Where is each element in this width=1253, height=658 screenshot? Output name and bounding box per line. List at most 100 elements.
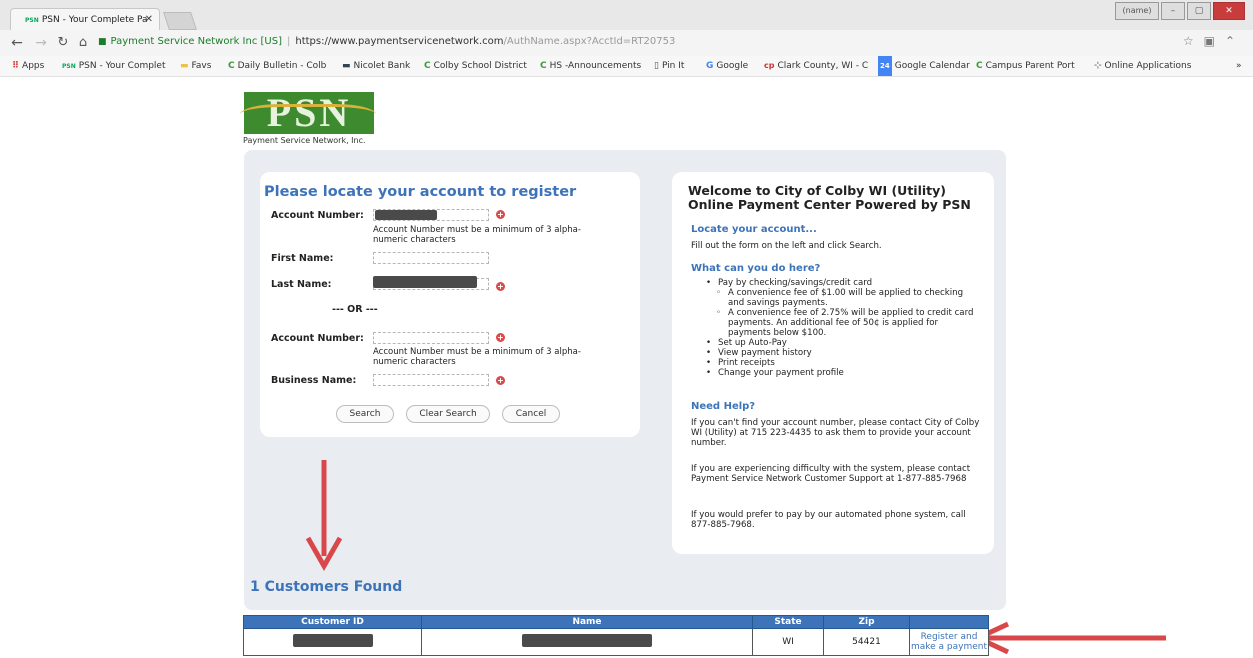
- table-row: WI 54421 Register and make a payment: [243, 628, 989, 656]
- last-name-label: Last Name:: [271, 279, 332, 290]
- browser-tab[interactable]: PSN PSN - Your Complete Pa ✕: [10, 8, 160, 30]
- list-item: A convenience fee of $1.00 will be appli…: [706, 288, 976, 308]
- back-arrow-icon[interactable]: ←: [8, 33, 26, 53]
- features-list: Pay by checking/savings/credit card A co…: [706, 278, 976, 378]
- more-bookmarks-icon[interactable]: »: [1236, 56, 1242, 76]
- toolbar-right-icons: ☆ ▣ ⌃: [1183, 34, 1235, 48]
- first-name-label: First Name:: [271, 253, 334, 264]
- column-header-action: [909, 615, 989, 629]
- column-header-customer-id[interactable]: Customer ID: [243, 615, 422, 629]
- campus-icon: C: [976, 61, 983, 71]
- required-icon: +: [496, 282, 505, 291]
- list-item: Change your payment profile: [706, 368, 976, 378]
- close-window-icon[interactable]: ✕: [1213, 2, 1245, 20]
- forward-arrow-icon[interactable]: →: [32, 33, 50, 53]
- bookmark-favs[interactable]: ▬ Favs: [180, 56, 211, 76]
- list-item: Print receipts: [706, 358, 976, 368]
- clark-county-icon: cp: [764, 61, 775, 70]
- bank-icon: ▬: [342, 61, 351, 71]
- applications-icon: ⊹: [1094, 61, 1102, 71]
- column-header-state[interactable]: State: [752, 615, 824, 629]
- search-button[interactable]: Search: [336, 405, 394, 423]
- window-controls: (name) – ▢ ✕: [1115, 2, 1245, 20]
- list-item: View payment history: [706, 348, 976, 358]
- logo-tagline: Payment Service Network, Inc.: [243, 136, 366, 145]
- required-icon: +: [496, 376, 505, 385]
- extension-2-icon[interactable]: ⌃: [1225, 34, 1235, 48]
- welcome-title: Welcome to City of Colby WI (Utility) On…: [688, 183, 971, 212]
- redacted-value: [522, 634, 652, 647]
- minimize-icon[interactable]: –: [1161, 2, 1185, 20]
- register-link-cell: Register and make a payment: [909, 628, 989, 656]
- bookmark-google[interactable]: G Google: [706, 56, 748, 76]
- psn-favicon-icon: PSN: [25, 17, 39, 24]
- column-header-zip[interactable]: Zip: [823, 615, 910, 629]
- home-icon[interactable]: ⌂: [74, 33, 92, 53]
- bookmark-psn[interactable]: PSN PSN - Your Complet: [62, 56, 166, 77]
- locate-text: Fill out the form on the left and click …: [691, 241, 882, 251]
- bookmark-colby-school-district[interactable]: C Colby School District: [424, 56, 527, 76]
- address-bar[interactable]: ■ Payment Service Network Inc [US] | https:…: [98, 33, 1208, 51]
- customer-id-cell: [243, 628, 422, 656]
- search-panel-title: Please locate your account to register: [264, 184, 577, 200]
- clear-search-button[interactable]: Clear Search: [406, 405, 490, 423]
- help-text-account: If you can't find your account number, p…: [691, 418, 980, 448]
- bookmark-pin-it[interactable]: ▯ Pin It: [654, 56, 684, 76]
- first-name-input[interactable]: [373, 252, 489, 264]
- results-table: Customer ID Name State Zip WI 54421 Regi…: [243, 615, 989, 656]
- calendar-icon: 24: [878, 56, 892, 76]
- bookmark-daily-bulletin[interactable]: C Daily Bulletin - Colb: [228, 56, 326, 76]
- lock-icon: ■: [98, 37, 107, 47]
- account-number-2-hint: Account Number must be a minimum of 3 al…: [373, 347, 581, 367]
- help-heading: Need Help?: [691, 401, 756, 412]
- url-host: https://www.paymentservicenetwork.com: [295, 36, 504, 47]
- list-item: A convenience fee of 2.75% will be appli…: [706, 308, 976, 338]
- bookmark-campus-parent-portal[interactable]: C Campus Parent Port: [976, 56, 1075, 76]
- name-cell: [421, 628, 753, 656]
- tab-close-icon[interactable]: ✕: [145, 9, 153, 30]
- list-item: Set up Auto-Pay: [706, 338, 976, 348]
- google-icon: G: [706, 61, 714, 71]
- colby-c-icon: C: [424, 61, 431, 71]
- browser-tab-bar: PSN PSN - Your Complete Pa ✕ (name) – ▢ …: [0, 0, 1253, 30]
- bookmark-clark-county[interactable]: cp Clark County, WI - C: [764, 56, 868, 76]
- annotation-arrow-down: [305, 460, 343, 572]
- window-user-button[interactable]: (name): [1115, 2, 1159, 20]
- account-number-2-input[interactable]: [373, 332, 489, 344]
- bookmark-google-calendar[interactable]: 24 Google Calendar: [878, 56, 970, 76]
- apps-grid-icon: ⠿: [12, 61, 20, 71]
- bookmark-online-applications[interactable]: ⊹ Online Applications: [1094, 56, 1191, 76]
- bookmark-hs-announcements[interactable]: C HS -Announcements: [540, 56, 641, 76]
- new-tab-button[interactable]: [163, 12, 197, 30]
- psn-logo: PSN Payment Service Network, Inc.: [240, 92, 376, 148]
- account-number-hint: Account Number must be a minimum of 3 al…: [373, 225, 581, 245]
- maximize-icon[interactable]: ▢: [1187, 2, 1211, 20]
- help-text-phone: If you would prefer to pay by our automa…: [691, 510, 966, 530]
- column-header-name[interactable]: Name: [421, 615, 753, 629]
- list-item: Pay by checking/savings/credit card: [706, 278, 976, 288]
- or-divider: --- OR ---: [332, 304, 378, 315]
- bookmarks-bar: ⠿ Apps PSN PSN - Your Complet ▬ Favs C Daily…: [0, 56, 1253, 77]
- register-and-pay-link[interactable]: Register and make a payment: [911, 632, 987, 652]
- account-number-label: Account Number:: [271, 210, 364, 221]
- bookmark-nicolet-bank[interactable]: ▬ Nicolet Bank: [342, 56, 410, 76]
- colby-c-icon: C: [540, 61, 547, 71]
- help-text-support: If you are experiencing difficulty with …: [691, 464, 971, 484]
- cancel-button[interactable]: Cancel: [502, 405, 560, 423]
- account-number-2-label: Account Number:: [271, 333, 364, 344]
- business-name-input[interactable]: [373, 374, 489, 386]
- business-name-label: Business Name:: [271, 375, 357, 386]
- page-icon: ▯: [654, 61, 659, 71]
- extension-icon[interactable]: ▣: [1204, 34, 1215, 48]
- zip-cell: 54421: [823, 628, 910, 656]
- bookmark-apps[interactable]: ⠿ Apps: [12, 56, 44, 76]
- secure-site-label: Payment Service Network Inc [US]: [110, 36, 282, 47]
- reload-icon[interactable]: ↻: [54, 33, 72, 53]
- bookmark-star-icon[interactable]: ☆: [1183, 34, 1194, 48]
- folder-icon: ▬: [180, 61, 189, 71]
- locate-heading: Locate your account...: [691, 224, 817, 235]
- redacted-value: [292, 634, 373, 647]
- colby-c-icon: C: [228, 61, 235, 71]
- required-icon: +: [496, 210, 505, 219]
- annotation-arrow-left: [972, 621, 1166, 655]
